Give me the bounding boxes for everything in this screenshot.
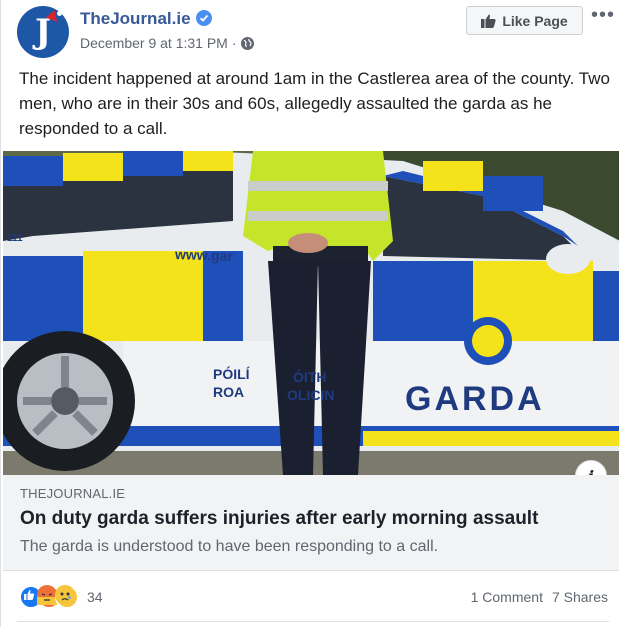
link-description: The garda is understood to have been res… xyxy=(20,538,439,555)
car-website-text: www.gar xyxy=(174,245,234,265)
footer-divider xyxy=(17,621,609,622)
link-preview-box[interactable]: THEJOURNAL.IE On duty garda suffers inju… xyxy=(3,475,619,571)
post-card: J TheJournal.ie December 9 at 1:31 PM · … xyxy=(0,0,619,627)
page-name-link[interactable]: TheJournal.ie xyxy=(80,9,191,29)
car-irish-text-1: PÓILÍ xyxy=(213,366,250,382)
santa-hat-pompom xyxy=(57,11,62,16)
reaction-count: 34 xyxy=(87,589,103,605)
car-number-text: 111 xyxy=(7,233,23,244)
avatar-letter: J xyxy=(34,12,52,52)
car-irish-text-4: OLICIN xyxy=(287,387,335,403)
verified-badge-icon xyxy=(196,10,212,26)
post-meta: December 9 at 1:31 PM · xyxy=(80,35,254,51)
link-preview-image[interactable]: www.gar 111 PÓILÍ ROA ÓITH OLICIN GARDA xyxy=(3,151,619,475)
link-title[interactable]: On duty garda suffers injuries after ear… xyxy=(20,508,538,530)
shares-count-link[interactable]: 7 Shares xyxy=(552,589,608,605)
thumbs-up-icon xyxy=(481,14,496,28)
engagement-counts: 1 Comment 7 Shares xyxy=(471,589,608,605)
reactions-summary[interactable]: 34 xyxy=(19,585,103,609)
like-page-button[interactable]: Like Page xyxy=(466,6,583,35)
sad-reaction-icon xyxy=(55,585,79,609)
comments-count-link[interactable]: 1 Comment xyxy=(471,589,543,605)
car-garda-text: GARDA xyxy=(405,380,545,418)
page-avatar[interactable]: J xyxy=(17,6,69,58)
more-options-button[interactable]: ••• xyxy=(591,5,615,25)
car-irish-text-2: ROA xyxy=(213,384,245,400)
meta-separator: · xyxy=(231,35,237,51)
link-domain: THEJOURNAL.IE xyxy=(20,486,126,501)
public-globe-icon[interactable] xyxy=(240,36,254,50)
post-timestamp[interactable]: December 9 at 1:31 PM xyxy=(80,35,228,51)
like-page-label: Like Page xyxy=(502,12,568,29)
car-irish-text-3: ÓITH xyxy=(293,369,327,385)
post-text: The incident happened at around 1am in t… xyxy=(19,69,610,138)
